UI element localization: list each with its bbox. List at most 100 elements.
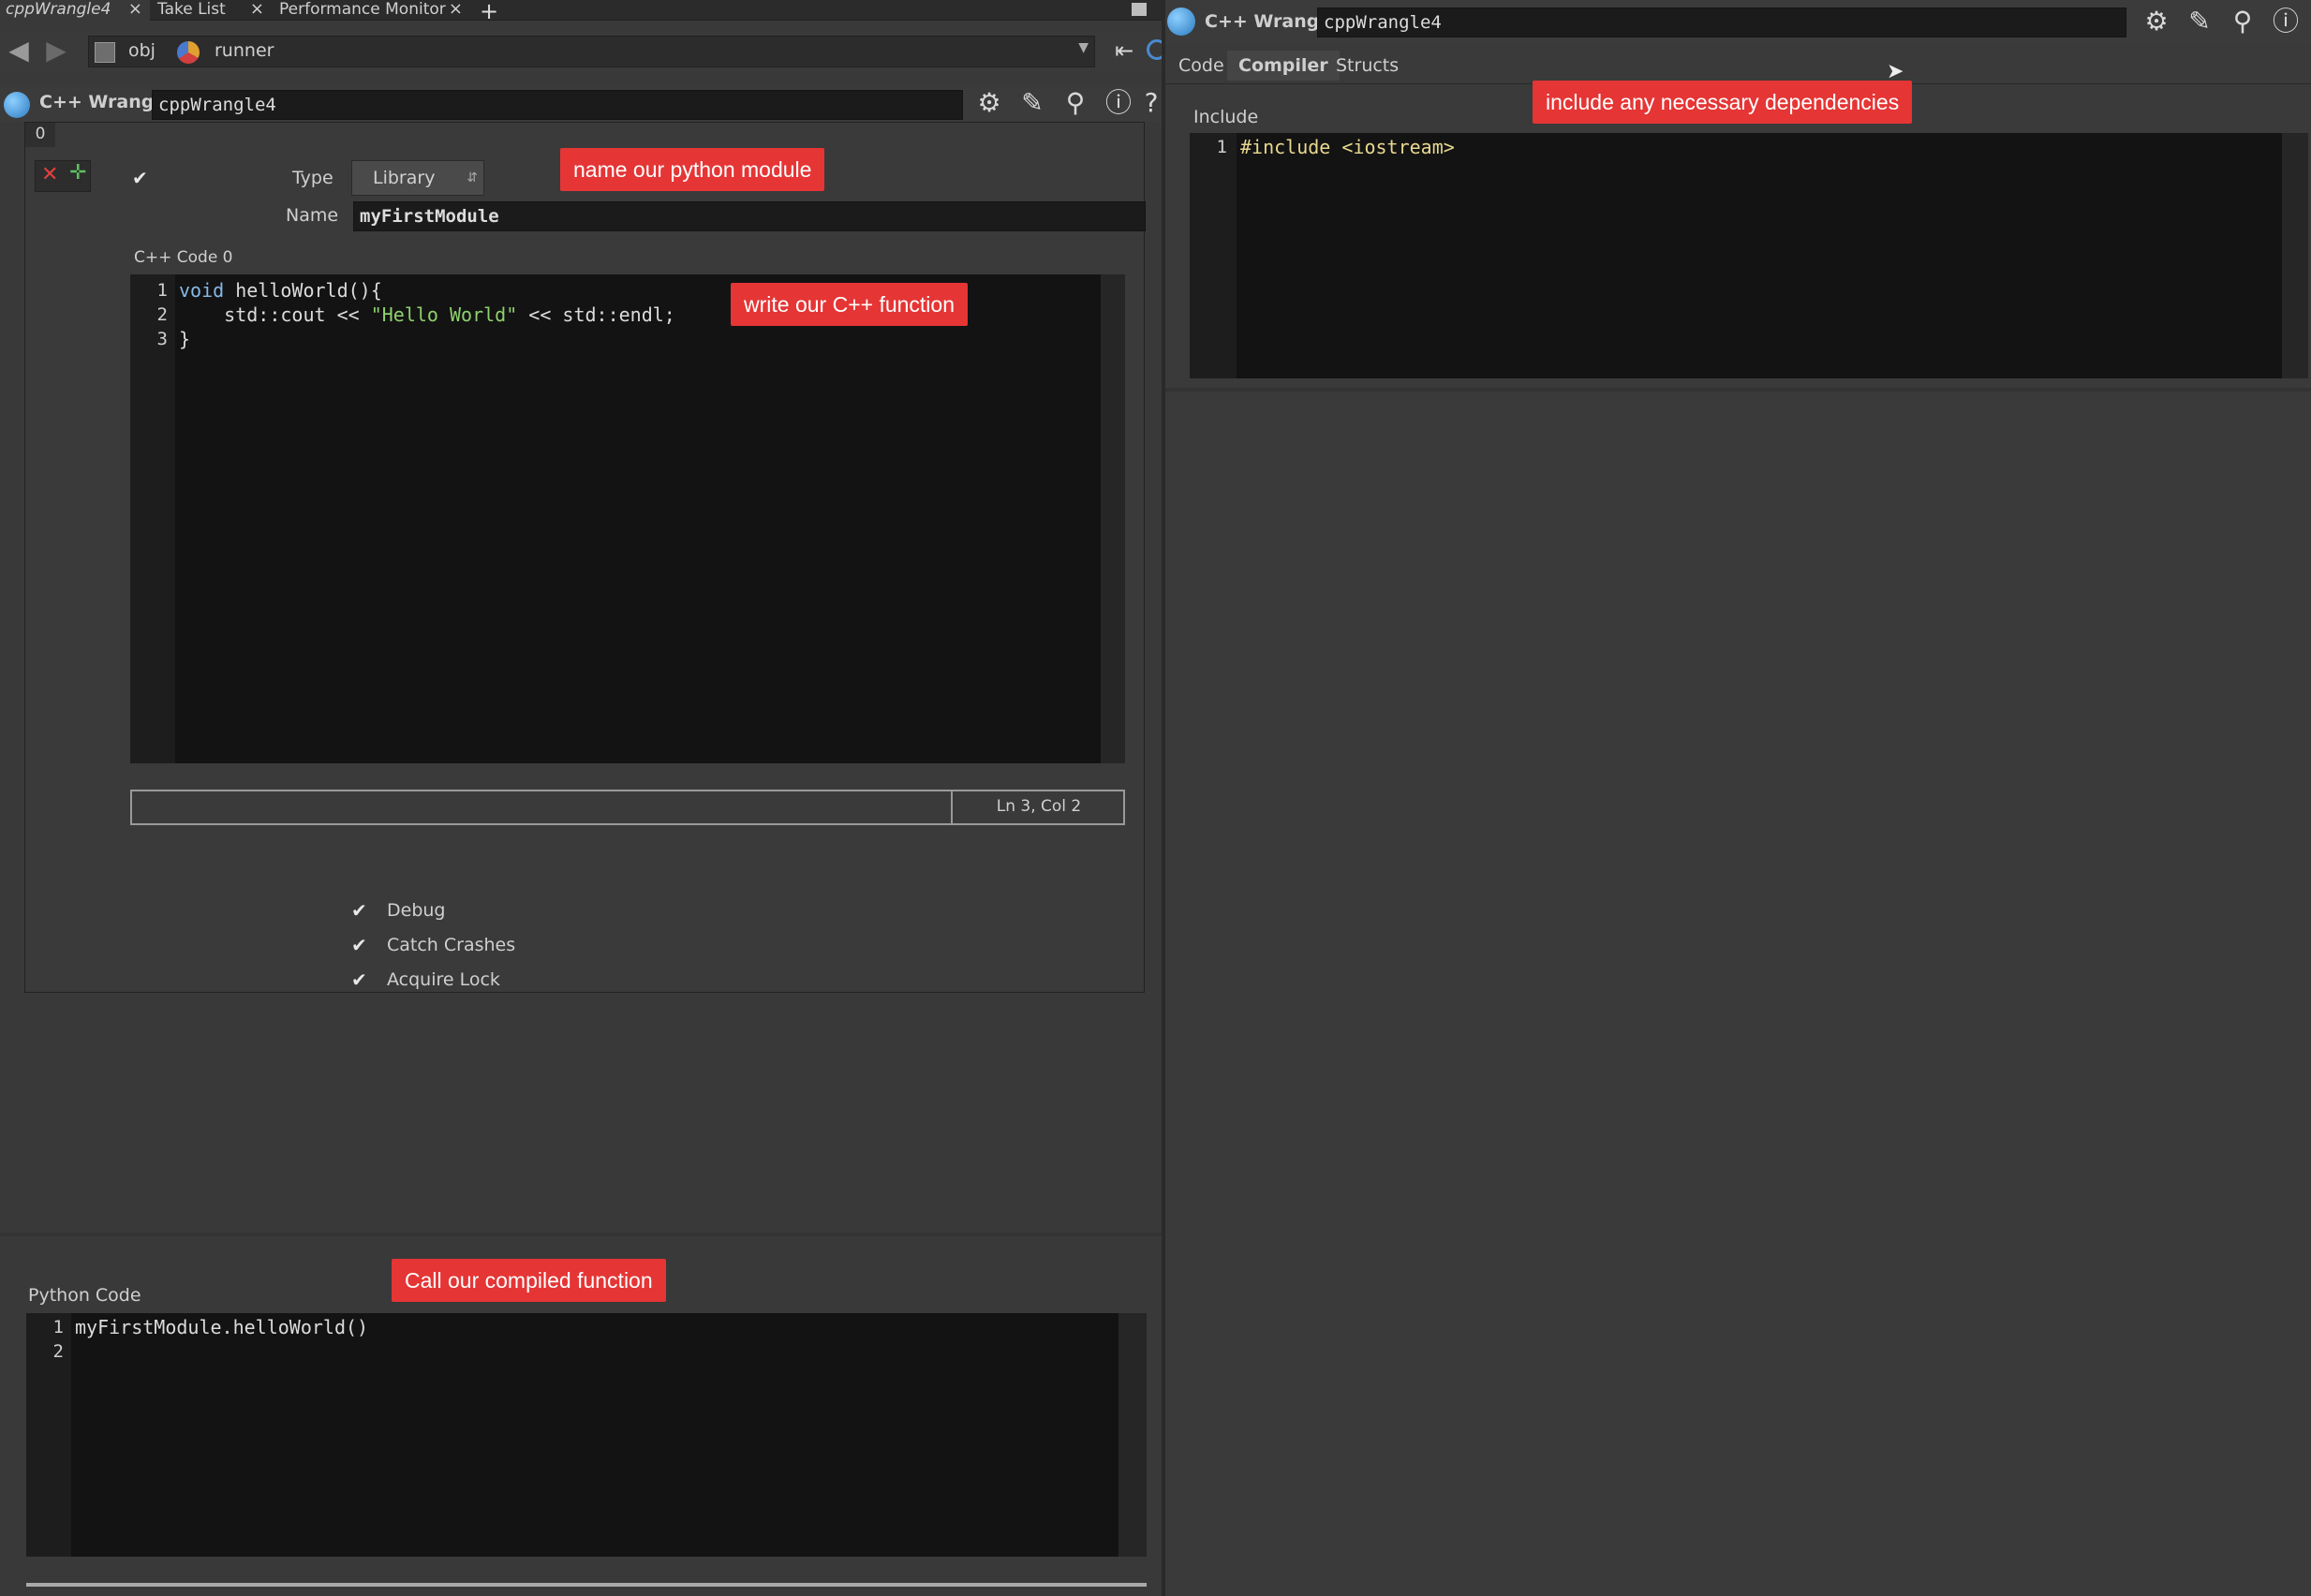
code-line-2: std::cout << "Hello World" << std::endl;: [179, 303, 675, 327]
line-gutter: 1 2: [26, 1313, 71, 1557]
editor-status-bar: Ln 3, Col 2: [130, 790, 1125, 825]
node-name-field[interactable]: cppWrangle4: [152, 90, 963, 120]
divider: [1165, 388, 2311, 392]
python-code-editor[interactable]: 1 2 myFirstModule.helloWorld(): [26, 1313, 1147, 1557]
callout-deps: include any necessary dependencies: [1533, 81, 1913, 124]
line-gutter: 1 2 3: [130, 274, 175, 763]
info-icon[interactable]: ⓘ: [2269, 6, 2303, 39]
add-tab-icon[interactable]: +: [480, 0, 498, 24]
code-text: helloWorld(){: [224, 279, 382, 302]
tab-compiler[interactable]: Compiler: [1227, 51, 1340, 81]
path-breadcrumb[interactable]: obj runner ▼: [88, 36, 1095, 67]
debug-label: Debug: [387, 900, 446, 921]
geo-node-icon: [177, 41, 200, 64]
search-icon[interactable]: ⚲: [1059, 87, 1092, 121]
python-code-line: myFirstModule.helloWorld(): [75, 1316, 369, 1338]
horizontal-scrollbar[interactable]: [26, 1583, 1147, 1587]
code-area[interactable]: void helloWorld(){ std::cout << "Hello W…: [175, 274, 1101, 763]
tab-label: Performance Monitor: [279, 0, 446, 19]
node-header: C++ Wrangle cppWrangle4 ⚙ ✎ ⚲ ⓘ ?: [0, 84, 1162, 122]
tab-label: Take List: [157, 0, 226, 19]
brush-icon[interactable]: ✎: [1015, 87, 1049, 121]
code-text: }: [179, 328, 191, 350]
code-line-3: }: [179, 327, 190, 351]
callout-call: Call our compiled function: [392, 1259, 666, 1302]
line-number: 1: [52, 1317, 64, 1337]
info-icon[interactable]: ⓘ: [1102, 87, 1135, 121]
debug-checkbox[interactable]: ✔: [351, 901, 368, 920]
include-label: Include: [1193, 107, 1259, 127]
obj-network-icon: [95, 42, 115, 63]
tab-structs[interactable]: Structs: [1325, 51, 1410, 81]
type-dropdown[interactable]: Library ⇵: [351, 160, 484, 196]
vertical-scrollbar[interactable]: [2282, 133, 2308, 378]
brush-icon[interactable]: ✎: [2183, 6, 2216, 39]
vertical-scrollbar[interactable]: [1118, 1313, 1147, 1557]
code-text: std::cout <<: [179, 303, 371, 326]
type-label: Type: [292, 168, 333, 188]
enable-checkbox[interactable]: ✔: [132, 169, 149, 187]
code-keyword: void: [179, 279, 225, 302]
status-divider: [951, 791, 953, 823]
wrangle-node-icon: [1167, 7, 1195, 36]
divider: [0, 1233, 1162, 1236]
line-number: 1: [1216, 137, 1227, 157]
tab-performance-monitor[interactable]: Performance Monitor ×: [274, 0, 470, 21]
add-instance-icon[interactable]: ✛: [69, 161, 86, 185]
right-pane: C++ Wrangle cppWrangle4 ⚙ ✎ ⚲ ⓘ Code Com…: [1165, 0, 2311, 1596]
tab-take-list[interactable]: Take List ×: [152, 0, 272, 21]
line-number: 3: [156, 329, 168, 349]
search-icon[interactable]: ⚲: [2226, 6, 2259, 39]
close-icon[interactable]: ×: [128, 0, 142, 19]
code-line-1: void helloWorld(){: [179, 278, 382, 303]
instance-controls: ✕ ✛: [35, 160, 91, 192]
tab-cppwrangle4[interactable]: cppWrangle4 ×: [0, 0, 150, 21]
acquire-lock-checkbox[interactable]: ✔: [351, 970, 368, 989]
gear-icon[interactable]: ⚙: [972, 87, 1006, 121]
node-name-field[interactable]: cppWrangle4: [1317, 7, 2126, 37]
path-bar: ◀ ▶ obj runner ▼ ⇤: [0, 32, 1167, 71]
multiparm-block: 0 ✕ ✛ ✔ Type Library ⇵ Name myFirstModul…: [24, 122, 1146, 993]
type-value: Library: [373, 168, 436, 188]
python-code-label: Python Code: [28, 1285, 141, 1306]
code-area[interactable]: myFirstModule.helloWorld(): [71, 1313, 1118, 1557]
pin-icon[interactable]: ⇤: [1107, 35, 1141, 68]
chevron-updown-icon: ⇵: [467, 170, 478, 185]
catch-crashes-label: Catch Crashes: [387, 935, 516, 955]
close-icon[interactable]: ×: [449, 0, 463, 19]
tab-code[interactable]: Code: [1167, 51, 1236, 81]
cpp-code-editor[interactable]: 1 2 3 void helloWorld(){ std::cout << "H…: [130, 274, 1125, 763]
code-area[interactable]: #include <iostream>: [1237, 133, 2282, 378]
code-text: << std::endl;: [517, 303, 675, 326]
cpp-code-label: C++ Code 0: [134, 248, 233, 267]
multiparm-index: 0: [25, 123, 55, 147]
line-number: 2: [52, 1341, 64, 1362]
node-header: C++ Wrangle cppWrangle4 ⚙ ✎ ⚲ ⓘ: [1165, 0, 2311, 45]
gear-icon[interactable]: ⚙: [2140, 6, 2173, 39]
pane-tab-bar: cppWrangle4 × Take List × Performance Mo…: [0, 0, 1162, 24]
wrangle-node-icon: [4, 92, 30, 118]
help-icon[interactable]: ?: [1141, 87, 1162, 121]
back-arrow-icon[interactable]: ◀: [2, 35, 36, 68]
include-editor[interactable]: 1 #include <iostream>: [1190, 133, 2308, 386]
line-gutter: 1: [1190, 133, 1237, 378]
catch-crashes-checkbox[interactable]: ✔: [351, 936, 368, 954]
chevron-down-icon[interactable]: ▼: [1078, 40, 1089, 55]
module-name-field[interactable]: myFirstModule: [353, 201, 1146, 231]
code-string: "Hello World": [370, 303, 518, 326]
include-code-line: #include <iostream>: [1240, 136, 1455, 158]
remove-instance-icon[interactable]: ✕: [41, 163, 58, 186]
name-label: Name: [286, 205, 339, 226]
path-root[interactable]: obj: [128, 40, 156, 61]
callout-function: write our C++ function: [731, 283, 969, 326]
forward-arrow-icon[interactable]: ▶: [39, 35, 73, 68]
path-node[interactable]: runner: [215, 40, 274, 61]
vertical-scrollbar[interactable]: [1101, 274, 1125, 763]
maximize-icon[interactable]: [1132, 3, 1147, 16]
line-number: 1: [156, 280, 168, 301]
close-icon[interactable]: ×: [250, 0, 264, 19]
line-number: 2: [156, 304, 168, 325]
acquire-lock-label: Acquire Lock: [387, 969, 500, 990]
cursor-position: Ln 3, Col 2: [996, 797, 1082, 816]
tab-label: cppWrangle4: [6, 0, 111, 19]
